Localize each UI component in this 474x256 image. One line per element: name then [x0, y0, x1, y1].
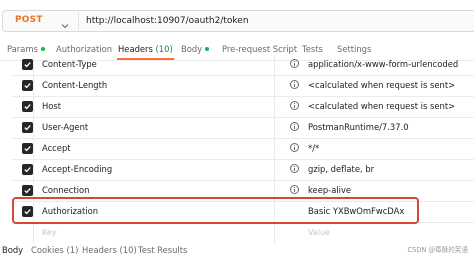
status-dot-icon: [40, 47, 45, 51]
header-key[interactable]: User-Agent: [42, 122, 88, 132]
info-icon[interactable]: [290, 101, 299, 110]
info-icon[interactable]: [290, 164, 299, 173]
chevron-down-icon: [60, 16, 70, 29]
tab-count: (10): [155, 44, 173, 54]
tab-tests[interactable]: Tests: [302, 44, 323, 54]
info-icon[interactable]: [290, 80, 299, 89]
checkbox[interactable]: [22, 101, 33, 112]
table-row: Host <calculated when request is sent>: [12, 97, 474, 118]
header-value[interactable]: PostmanRuntime/7.37.0: [308, 122, 409, 132]
method-label: POST: [15, 15, 43, 25]
header-value[interactable]: application/x-www-form-urlencoded: [308, 59, 458, 69]
checkmark-icon: [24, 83, 31, 89]
checkmark-icon: [24, 167, 31, 173]
header-value[interactable]: <calculated when request is sent>: [308, 80, 455, 90]
tab-label: Headers: [118, 44, 153, 54]
tab-count: (10): [119, 245, 137, 255]
checkmark-icon: [24, 62, 31, 68]
header-value[interactable]: gzip, deflate, br: [308, 164, 374, 174]
header-value[interactable]: <calculated when request is sent>: [308, 101, 455, 111]
table-row-new: Key Value: [12, 223, 474, 244]
tab-label: Authorization: [56, 44, 113, 54]
tab-label: Cookies: [31, 245, 64, 255]
table-row: Content-Length <calculated when request …: [12, 76, 474, 97]
tab-label: Body: [181, 44, 203, 54]
checkbox[interactable]: [22, 143, 33, 154]
response-tab-body[interactable]: Body: [2, 245, 23, 255]
checkmark-icon: [24, 188, 31, 194]
tab-label: Pre-request Script: [222, 44, 298, 54]
response-tab-test-results[interactable]: Test Results: [138, 245, 187, 255]
header-key[interactable]: Content-Type: [42, 59, 97, 69]
checkmark-icon: [24, 104, 31, 110]
method-select[interactable]: POST: [2, 10, 78, 32]
tab-count: (1): [66, 245, 79, 255]
tab-label: Tests: [302, 44, 323, 54]
response-tab-cookies[interactable]: Cookies (1): [31, 245, 78, 255]
response-tabs: Body Cookies (1) Headers (10) Test Resul…: [0, 244, 474, 256]
header-key[interactable]: Connection: [42, 185, 89, 195]
checkbox[interactable]: [22, 164, 33, 175]
tab-headers[interactable]: Headers (10): [117, 44, 174, 60]
table-row: Content-Type application/x-www-form-urle…: [12, 55, 474, 76]
highlight-box: [12, 197, 419, 224]
new-key-placeholder[interactable]: Key: [42, 228, 57, 237]
tab-body[interactable]: Body: [181, 44, 210, 54]
tab-authorization[interactable]: Authorization: [56, 44, 112, 54]
checkmark-icon: [24, 125, 31, 131]
info-icon[interactable]: [290, 122, 299, 131]
response-tab-headers[interactable]: Headers (10): [82, 245, 137, 255]
info-icon[interactable]: [290, 185, 299, 194]
checkmark-icon: [24, 146, 31, 152]
header-value[interactable]: */*: [308, 143, 319, 153]
status-dot-icon: [205, 47, 210, 51]
checkbox[interactable]: [22, 122, 33, 133]
checkbox[interactable]: [22, 80, 33, 91]
header-key[interactable]: Host: [42, 101, 61, 111]
table-row: Accept-Encoding gzip, deflate, br: [12, 160, 474, 181]
checkbox[interactable]: [22, 59, 33, 70]
header-key[interactable]: Accept: [42, 143, 71, 153]
tab-label: Settings: [337, 44, 372, 54]
checkbox[interactable]: [22, 185, 33, 196]
info-icon[interactable]: [290, 59, 299, 68]
tab-label: Headers: [82, 245, 117, 255]
url-bar: POST: [0, 4, 474, 38]
tab-pre-request-script[interactable]: Pre-request Script: [222, 44, 297, 54]
url-input[interactable]: [78, 10, 474, 32]
new-value-placeholder[interactable]: Value: [308, 228, 330, 237]
header-key[interactable]: Accept-Encoding: [42, 164, 112, 174]
tab-settings[interactable]: Settings: [337, 44, 371, 54]
header-key[interactable]: Content-Length: [42, 80, 107, 90]
tab-label: Params: [7, 44, 38, 54]
header-value[interactable]: keep-alive: [308, 185, 351, 195]
table-row: Accept */*: [12, 139, 474, 160]
tab-params[interactable]: Params: [7, 44, 45, 54]
info-icon[interactable]: [290, 143, 299, 152]
table-row: User-Agent PostmanRuntime/7.37.0: [12, 118, 474, 139]
